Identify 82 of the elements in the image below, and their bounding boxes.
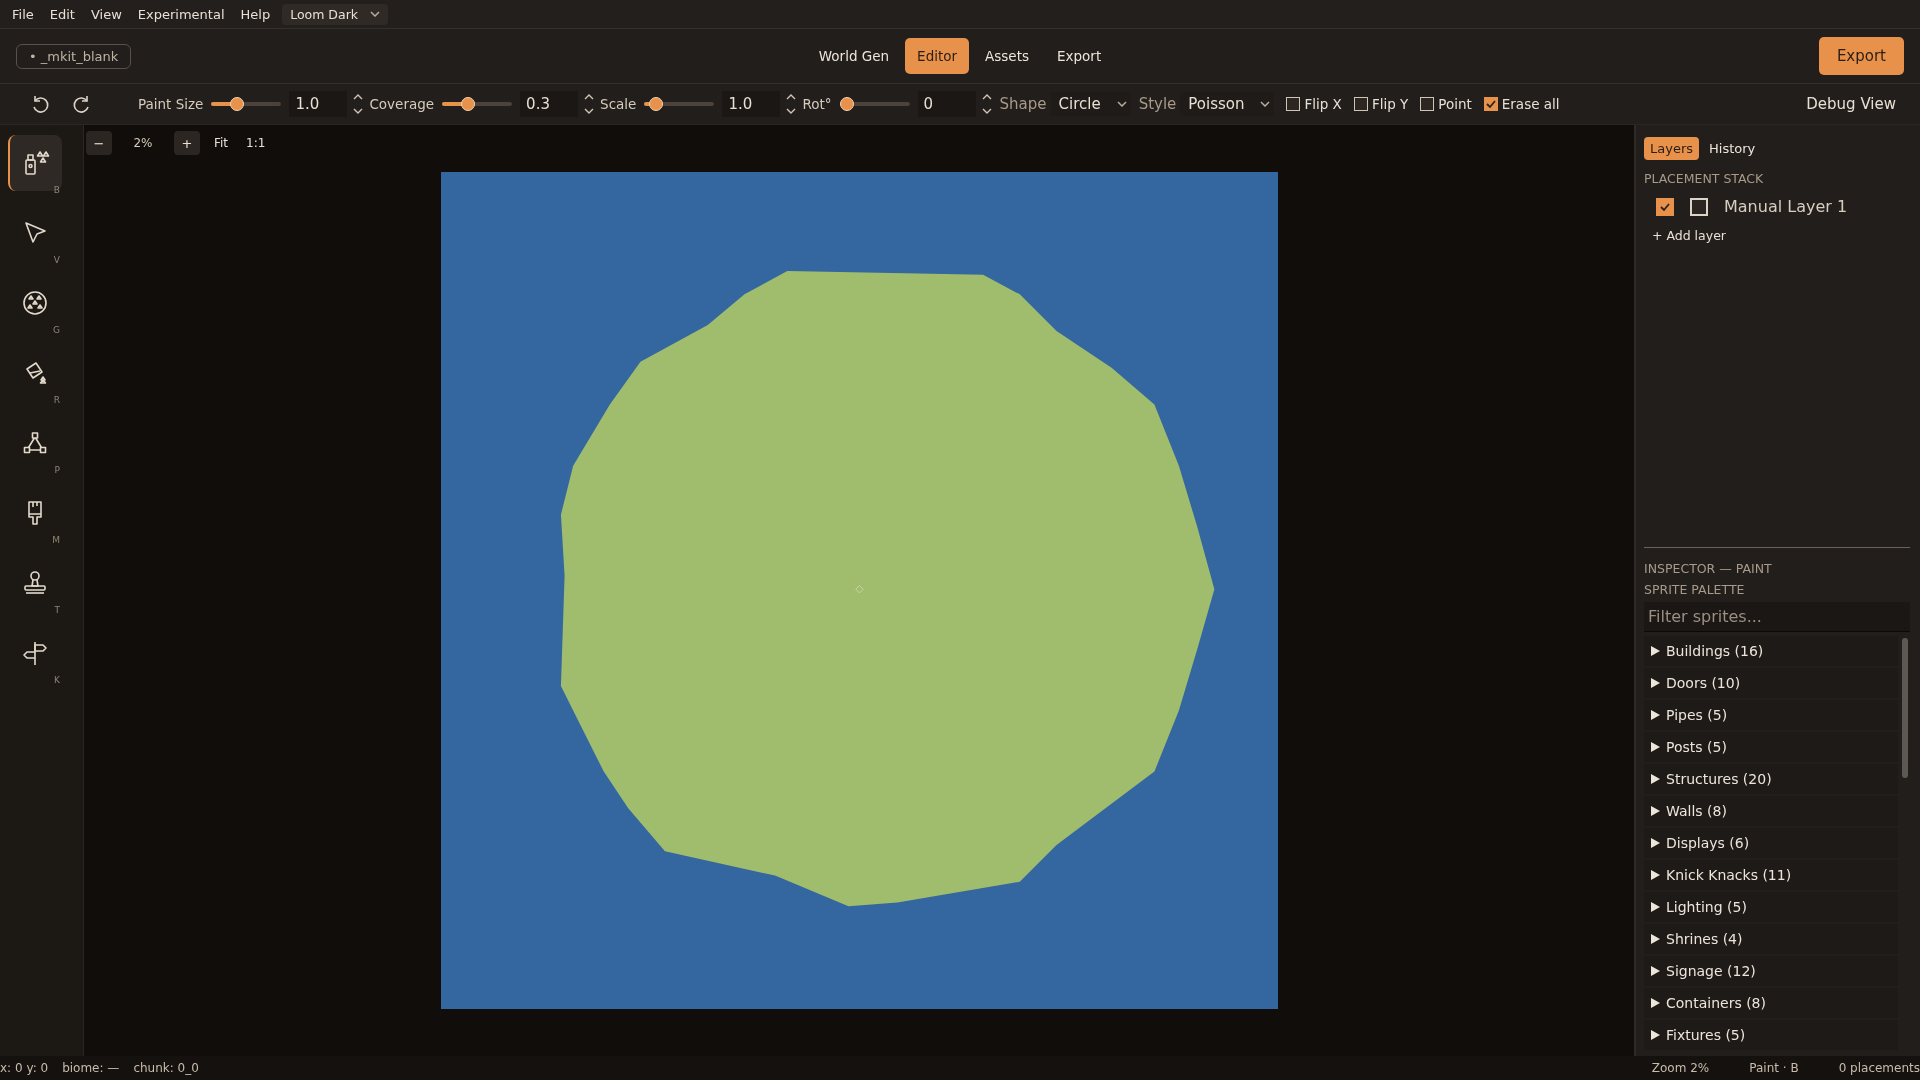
export-button[interactable]: Export — [1818, 37, 1904, 75]
slider[interactable] — [211, 97, 282, 111]
category-row[interactable]: Signage (12) — [1644, 956, 1898, 986]
category-row[interactable]: Pipes (5) — [1644, 700, 1898, 730]
redo-icon[interactable] — [72, 94, 92, 114]
category-row[interactable]: Structures (20) — [1644, 764, 1898, 794]
checkbox-option[interactable]: Flip X — [1286, 96, 1342, 112]
menu-item[interactable]: Help — [232, 3, 279, 25]
layer-checkbox[interactable] — [1656, 197, 1674, 216]
category-row[interactable]: Posts (5) — [1644, 732, 1898, 762]
menu-item[interactable]: View — [82, 3, 130, 25]
chevron-icon — [370, 11, 380, 17]
add-layer-button[interactable]: + Add layer — [1644, 224, 1734, 247]
status-text: chunk: 0_0 — [133, 1061, 199, 1075]
section-heading: PLACEMENT STACK — [1644, 171, 1765, 186]
menu-item[interactable]: Edit — [41, 3, 83, 25]
panel-tab[interactable]: History — [1703, 137, 1762, 160]
checkbox-option[interactable]: Erase all — [1483, 96, 1560, 112]
number-field[interactable]: 1.0 — [289, 91, 348, 117]
chevron-icon — [1260, 101, 1271, 107]
fit-button[interactable]: Fit — [210, 136, 233, 150]
tool-button[interactable]: B — [8, 135, 62, 191]
status-text: Zoom 2% — [1651, 1061, 1710, 1075]
category-row[interactable]: Containers (8) — [1644, 988, 1898, 1018]
status-text: x: 0 y: 0 — [0, 1061, 49, 1075]
check-icon — [1484, 98, 1497, 110]
theme-select[interactable]: Loom Dark — [282, 3, 388, 25]
select-label: Shape — [999, 95, 1047, 113]
category-row[interactable]: Shrines (4) — [1644, 924, 1898, 954]
stepper-icon[interactable] — [981, 93, 992, 115]
scrollbar-thumb[interactable] — [1902, 638, 1908, 778]
tree-circle-icon — [21, 289, 49, 317]
menu-item[interactable]: File — [4, 3, 42, 25]
stepper-icon[interactable] — [786, 93, 797, 115]
layer-name[interactable]: Manual Layer 1 — [1724, 197, 1848, 216]
category-row[interactable]: Doors (10) — [1644, 668, 1898, 698]
slider[interactable] — [442, 97, 513, 111]
stamp-icon — [21, 569, 49, 597]
zoom-level: 2% — [132, 136, 154, 150]
checkbox-option[interactable]: Point — [1420, 96, 1472, 112]
slider[interactable] — [644, 97, 715, 111]
stepper-icon[interactable] — [353, 93, 364, 115]
nav-tab[interactable]: Export — [1045, 38, 1114, 74]
select-label: Style — [1138, 95, 1177, 113]
panel-tab[interactable]: Layers — [1644, 137, 1700, 160]
zoom-in-button[interactable]: + — [174, 131, 200, 155]
category-row[interactable]: Fixtures (5) — [1644, 1020, 1898, 1050]
nav-tab[interactable]: Assets — [973, 38, 1041, 74]
number-field[interactable]: 0 — [917, 91, 976, 117]
zoom-out-button[interactable]: − — [86, 131, 112, 155]
number-field[interactable]: 1.0 — [722, 91, 781, 117]
category-row[interactable]: Knick Knacks (11) — [1644, 860, 1898, 890]
slider-label: Scale — [600, 96, 637, 112]
status-text: Paint · B — [1749, 1061, 1799, 1075]
chevron-icon — [1116, 101, 1127, 107]
undo-icon[interactable] — [30, 94, 50, 114]
filter-field[interactable]: Filter sprites... — [1644, 602, 1910, 632]
stepper-icon[interactable] — [584, 93, 595, 115]
status-text: biome: — — [62, 1061, 120, 1075]
menu-item[interactable]: Experimental — [129, 3, 233, 25]
category-row[interactable]: Buildings (16) — [1644, 636, 1898, 666]
spray-can-icon — [22, 149, 50, 177]
checkbox-option[interactable]: Flip Y — [1353, 96, 1409, 112]
nav-tab[interactable]: World Gen — [806, 38, 902, 74]
signpost-icon — [21, 639, 49, 667]
actual-size-button[interactable]: 1:1 — [242, 136, 270, 150]
category-row[interactable]: Displays (6) — [1644, 828, 1898, 858]
terrain-map-drawing[interactable] — [440, 172, 1278, 1009]
category-row[interactable]: Lighting (5) — [1644, 892, 1898, 922]
layer-checkbox[interactable] — [1690, 197, 1708, 216]
section-heading: SPRITE PALETTE — [1644, 582, 1746, 597]
section-heading: INSPECTOR — PAINT — [1644, 561, 1773, 576]
slider[interactable] — [839, 97, 910, 111]
status-text: 0 placements — [1838, 1061, 1920, 1075]
category-row[interactable]: Walls (8) — [1644, 796, 1898, 826]
nav-tab[interactable]: Editor — [905, 38, 970, 74]
number-field[interactable]: 0.3 — [520, 91, 579, 117]
slider-label: Rot° — [802, 96, 832, 112]
slider-label: Coverage — [369, 96, 435, 112]
document-chip[interactable]: • _mkit_blank — [16, 43, 132, 69]
debug-view-toggle[interactable]: Debug View — [1806, 95, 1896, 113]
slider-label: Paint Size — [138, 96, 204, 112]
